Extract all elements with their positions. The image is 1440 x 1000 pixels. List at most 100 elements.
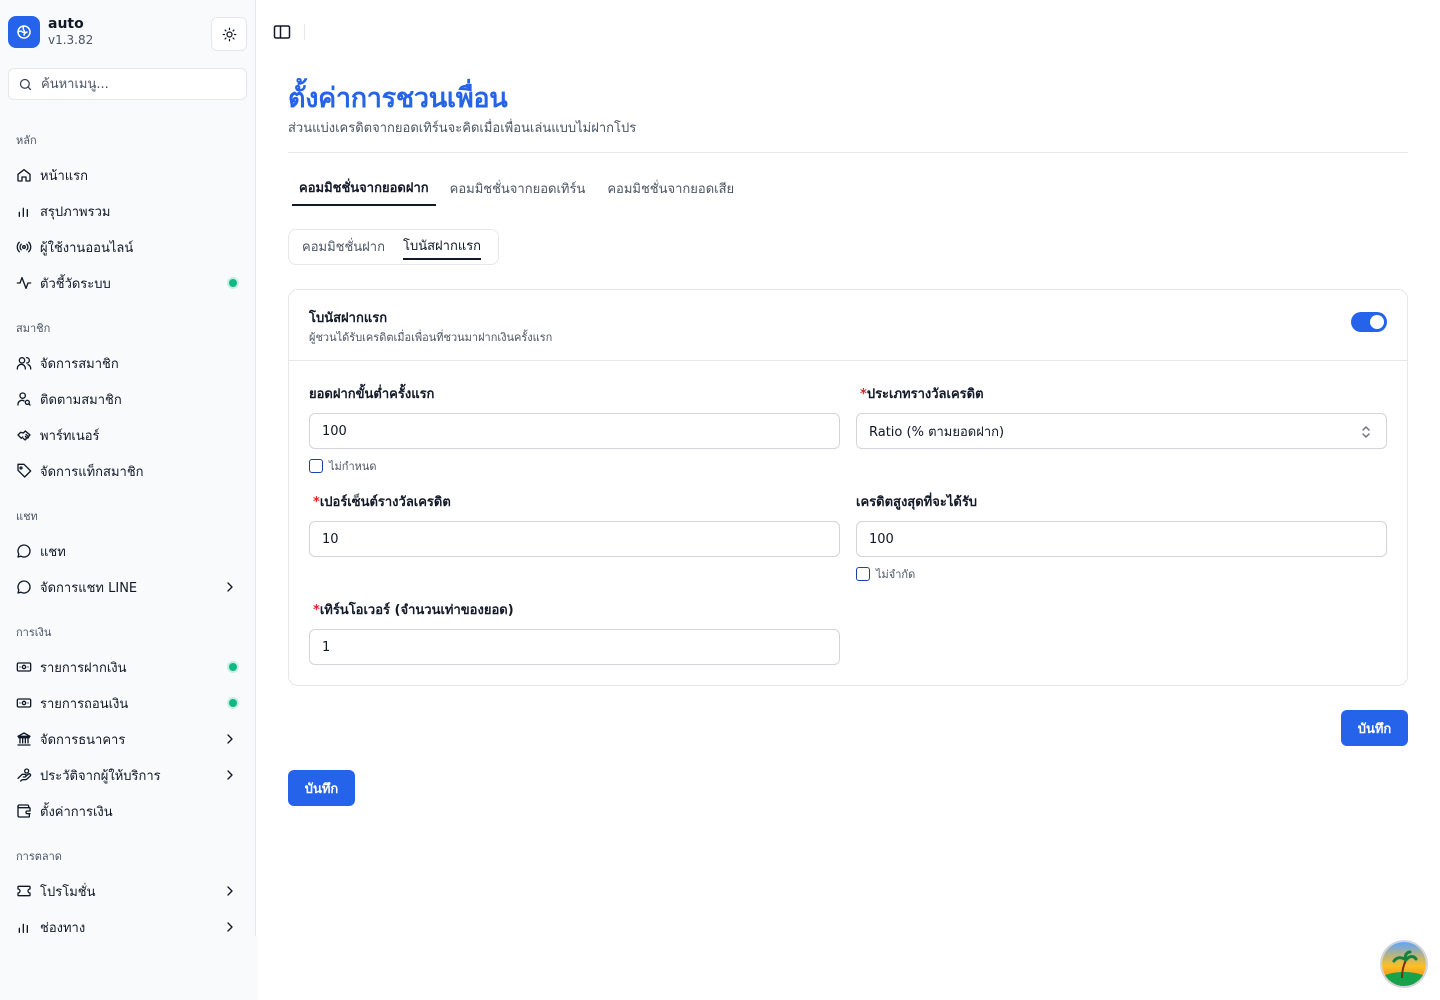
reward-type-select[interactable]: Ratio (% ตามยอดฝาก): [856, 413, 1387, 449]
commission-tabs: คอมมิชชั่นจากยอดฝาก คอมมิชชั่นจากยอดเทิร…: [288, 170, 748, 206]
message-icon: [16, 543, 32, 559]
max-credit-checkbox[interactable]: [856, 567, 870, 581]
sidebar-item[interactable]: รายการฝากเงิน: [8, 651, 248, 683]
reward-type-value: Ratio (% ตามยอดฝาก): [869, 424, 1005, 440]
bank-icon: [16, 731, 32, 747]
chevron-right-icon[interactable]: [222, 731, 238, 747]
max-credit-unlimited[interactable]: ไม่จำกัด: [856, 565, 915, 583]
radio-icon: [16, 239, 32, 255]
chevron-right-icon[interactable]: [222, 919, 238, 935]
sidebar-item[interactable]: จัดการแท็กสมาชิก: [8, 455, 248, 487]
sidebar-item[interactable]: จัดการธนาคาร: [8, 723, 248, 755]
menu-search[interactable]: [8, 68, 247, 100]
sidebar-item-label: ประวัติจากผู้ให้บริการ: [40, 768, 161, 784]
sidebar-item-label: แชท: [40, 544, 66, 560]
search-icon: [19, 78, 32, 90]
chevron-right-icon[interactable]: [222, 767, 238, 783]
min-deposit-label: ยอดฝากขั้นต่ำครั้งแรก: [309, 387, 435, 402]
sidebar-item-label: จัดการแชท LINE: [40, 580, 138, 596]
sidebar-group-label: การตลาด: [16, 850, 62, 863]
toggle-knob: [1370, 315, 1384, 329]
sidebar-item[interactable]: โปรโมชั่น: [8, 875, 248, 907]
reward-type-label: *ประเภทรางวัลเครดิต: [860, 387, 984, 402]
user-search-icon: [16, 391, 32, 407]
bar-chart-icon: [16, 203, 32, 219]
sidebar-item-label: หน้าแรก: [40, 168, 88, 184]
handshake-icon: [16, 427, 32, 443]
search-input[interactable]: [41, 76, 231, 92]
sidebar-group-label: การเงิน: [16, 626, 52, 639]
panel-left-icon: [273, 25, 291, 39]
min-deposit-input[interactable]: 100: [309, 413, 840, 449]
sidebar-item[interactable]: รายการถอนเงิน: [8, 687, 248, 719]
activity-icon: [16, 275, 32, 291]
brand[interactable]: auto v1.3.82: [8, 16, 93, 48]
sidebar-item-label: ตั้งค่าการเงิน: [40, 804, 113, 820]
sidebar-item[interactable]: ประวัติจากผู้ให้บริการ: [8, 759, 248, 791]
reward-percent-input[interactable]: 10: [309, 521, 840, 557]
tab-deposit-commission[interactable]: คอมมิชชั่นจากยอดฝาก: [292, 170, 436, 206]
sidebar-item[interactable]: ตัวชี้วัดระบบ: [8, 267, 248, 299]
online-status-dot: [229, 663, 237, 671]
sidebar-item[interactable]: พาร์ทเนอร์: [8, 419, 248, 451]
sidebar-toggle-button[interactable]: [272, 23, 292, 41]
hand-coins-icon: [16, 767, 32, 783]
logo-icon: [8, 16, 40, 48]
sidebar-item[interactable]: หน้าแรก: [8, 159, 248, 191]
save-page-button[interactable]: บันทึก: [288, 770, 355, 806]
chevrons-up-down-icon: [1362, 426, 1370, 438]
turnover-label: *เทิร์นโอเวอร์ (จำนวนเท่าของยอด): [313, 603, 514, 618]
sidebar-item-label: ผู้ใช้งานออนไลน์: [40, 240, 134, 256]
chevron-right-icon[interactable]: [222, 579, 238, 595]
card-description: ผู้ชวนได้รับเครดิตเมื่อเพื่อนที่ชวนมาฝาก…: [309, 331, 553, 344]
sidebar-item-label: จัดการแท็กสมาชิก: [40, 464, 144, 480]
enable-toggle[interactable]: [1351, 312, 1387, 332]
sun-icon: [222, 27, 236, 41]
page-subtitle: ส่วนแบ่งเครดิตจากยอดเทิร์นจะคิดเมื่อเพื่…: [288, 121, 637, 136]
sidebar-item-label: สรุปภาพรวม: [40, 204, 111, 220]
users-icon: [16, 355, 32, 371]
subtab-deposit-commission[interactable]: คอมมิชชั่นฝาก: [302, 236, 385, 259]
max-credit-input[interactable]: 100: [856, 521, 1387, 557]
tab-loss-commission[interactable]: คอมมิชชั่นจากยอดเสีย: [599, 170, 742, 206]
home-icon: [16, 167, 32, 183]
theme-toggle-button[interactable]: [211, 17, 247, 51]
sidebar-item[interactable]: จัดการแชท LINE: [8, 571, 248, 603]
user-avatar[interactable]: [1380, 940, 1428, 988]
message-icon: [16, 579, 32, 595]
sidebar-item-label: รายการฝากเงิน: [40, 660, 127, 676]
wallet-icon: [16, 803, 32, 819]
sidebar-item[interactable]: ตั้งค่าการเงิน: [8, 795, 248, 827]
bar-chart-icon: [16, 919, 32, 935]
min-deposit-checkbox[interactable]: [309, 459, 323, 473]
max-credit-checkbox-label: ไม่จำกัด: [876, 568, 916, 581]
tab-turnover-commission[interactable]: คอมมิชชั่นจากยอดเทิร์น: [442, 170, 594, 206]
sidebar-item[interactable]: แชท: [8, 535, 248, 567]
subtab-first-deposit-bonus[interactable]: โบนัสฝากแรก: [402, 235, 482, 260]
sidebar-item[interactable]: ผู้ใช้งานออนไลน์: [8, 231, 248, 263]
card-header: โบนัสฝากแรก ผู้ชวนได้รับเครดิตเมื่อเพื่อ…: [289, 290, 1407, 361]
save-card-button[interactable]: บันทึก: [1341, 710, 1408, 746]
ticket-icon: [16, 883, 32, 899]
sidebar-item[interactable]: ติดตามสมาชิก: [8, 383, 248, 415]
sidebar-item[interactable]: สรุปภาพรวม: [8, 195, 248, 227]
sidebar-item[interactable]: จัดการสมาชิก: [8, 347, 248, 379]
sidebar-item-label: โปรโมชั่น: [40, 884, 96, 900]
chevron-right-icon[interactable]: [222, 883, 238, 899]
reward-percent-label: *เปอร์เซ็นต์รางวัลเครดิต: [313, 495, 451, 510]
min-deposit-unlimited[interactable]: ไม่กำหนด: [309, 457, 377, 475]
topbar-divider: [304, 24, 305, 40]
sidebar-item-label: จัดการธนาคาร: [40, 732, 126, 748]
min-deposit-checkbox-label: ไม่กำหนด: [329, 460, 377, 473]
turnover-input[interactable]: 1: [309, 629, 840, 665]
sidebar-item-label: รายการถอนเงิน: [40, 696, 129, 712]
app-name: auto: [48, 16, 84, 33]
sidebar-item-label: จัดการสมาชิก: [40, 356, 119, 372]
tag-icon: [16, 463, 32, 479]
sidebar-item-label: ติดตามสมาชิก: [40, 392, 122, 408]
first-deposit-bonus-card: โบนัสฝากแรก ผู้ชวนได้รับเครดิตเมื่อเพื่อ…: [288, 289, 1408, 686]
sidebar-item-label: ช่องทาง: [40, 920, 86, 936]
online-status-dot: [229, 279, 237, 287]
money-in-icon: [16, 659, 32, 675]
app-version: v1.3.82: [48, 33, 94, 48]
